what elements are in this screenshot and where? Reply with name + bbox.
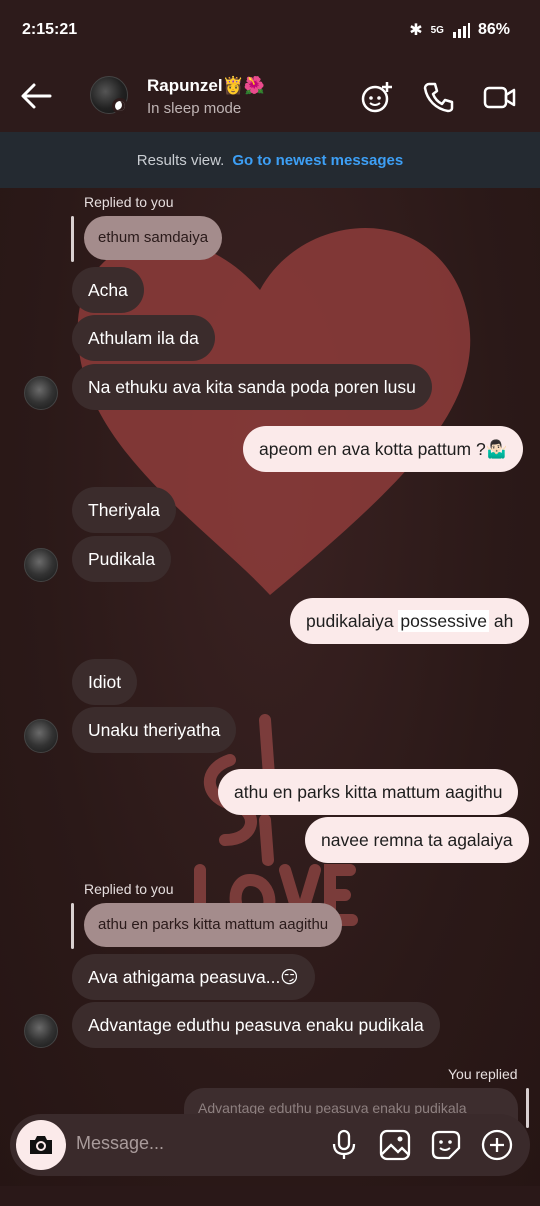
reply-quote-line (71, 216, 74, 262)
go-to-newest-link[interactable]: Go to newest messages (232, 152, 403, 169)
message-composer: Message... (10, 1114, 530, 1176)
contact-name[interactable]: Rapunzel👸🌺 (147, 76, 265, 96)
status-bar: 2:15:21 ✱ 5G 86% (0, 0, 540, 60)
incoming-message[interactable]: Pudikala (72, 536, 172, 582)
camera-icon (30, 1136, 52, 1154)
reply-quote[interactable]: athu en parks kitta mattum aagithu (84, 903, 343, 947)
outgoing-message[interactable]: pudikalaiya possessive ah (290, 598, 530, 644)
bluetooth-icon: ✱ (409, 22, 423, 39)
outgoing-message[interactable]: navee remna ta agalaiya (305, 817, 529, 863)
network-label: 5G (430, 24, 444, 36)
status-icons: ✱ 5G 86% (409, 20, 510, 40)
add-icon[interactable] (480, 1128, 514, 1162)
sender-avatar[interactable] (24, 719, 58, 753)
replied-label: Replied to you (84, 881, 174, 897)
search-highlight: possessive (398, 610, 489, 632)
sticker-icon[interactable] (429, 1128, 463, 1162)
incoming-message[interactable]: Advantage eduthu peasuva enaku pudikala (72, 1002, 440, 1048)
phone-call-icon[interactable] (422, 80, 456, 114)
camera-button[interactable] (16, 1120, 66, 1170)
battery-level: 86% (477, 21, 510, 38)
incoming-message[interactable]: Ava athigama peasuva...😏 (72, 954, 315, 1000)
incoming-message[interactable]: Athulam ila da (72, 315, 215, 361)
message-input[interactable]: Message... (76, 1133, 164, 1154)
sleep-status-icon (112, 98, 128, 114)
sender-avatar[interactable] (24, 1014, 58, 1048)
incoming-message[interactable]: Na ethuku ava kita sanda poda poren lusu (72, 364, 432, 410)
incoming-message[interactable]: Acha (72, 267, 144, 313)
status-time: 2:15:21 (22, 21, 78, 38)
contact-status: In sleep mode (147, 100, 242, 117)
back-arrow-icon[interactable] (18, 80, 54, 112)
outgoing-message[interactable]: athu en parks kitta mattum aagithu (218, 769, 519, 815)
outgoing-message[interactable]: apeom en ava kotta pattum ?🤷🏻‍♂️ (243, 426, 524, 472)
reply-quote-line (71, 903, 74, 949)
effects-icon[interactable] (360, 80, 394, 114)
signal-icon (452, 23, 470, 38)
incoming-message[interactable]: Theriyala (72, 487, 176, 533)
chat-header: Rapunzel👸🌺 In sleep mode (0, 60, 540, 132)
replied-label: Replied to you (84, 194, 174, 210)
gallery-icon[interactable] (378, 1128, 412, 1162)
message-text: pudikalaiya (306, 611, 399, 631)
sender-avatar[interactable] (24, 376, 58, 410)
system-nav-bar (0, 1186, 540, 1206)
you-replied-label: You replied (448, 1066, 518, 1082)
microphone-icon[interactable] (327, 1128, 361, 1162)
incoming-message[interactable]: Idiot (72, 659, 138, 705)
reply-quote-line (526, 1088, 529, 1128)
results-view-bar: Results view. Go to newest messages (0, 132, 540, 188)
reply-quote[interactable]: ethum samdaiya (84, 216, 223, 260)
video-call-icon[interactable] (482, 80, 516, 114)
incoming-message[interactable]: Unaku theriyatha (72, 707, 237, 753)
results-view-label: Results view. (136, 151, 225, 169)
sender-avatar[interactable] (24, 548, 58, 582)
message-list[interactable]: Replied to you ethum samdaiya Acha Athul… (0, 188, 540, 1128)
message-text: ah (489, 611, 514, 631)
